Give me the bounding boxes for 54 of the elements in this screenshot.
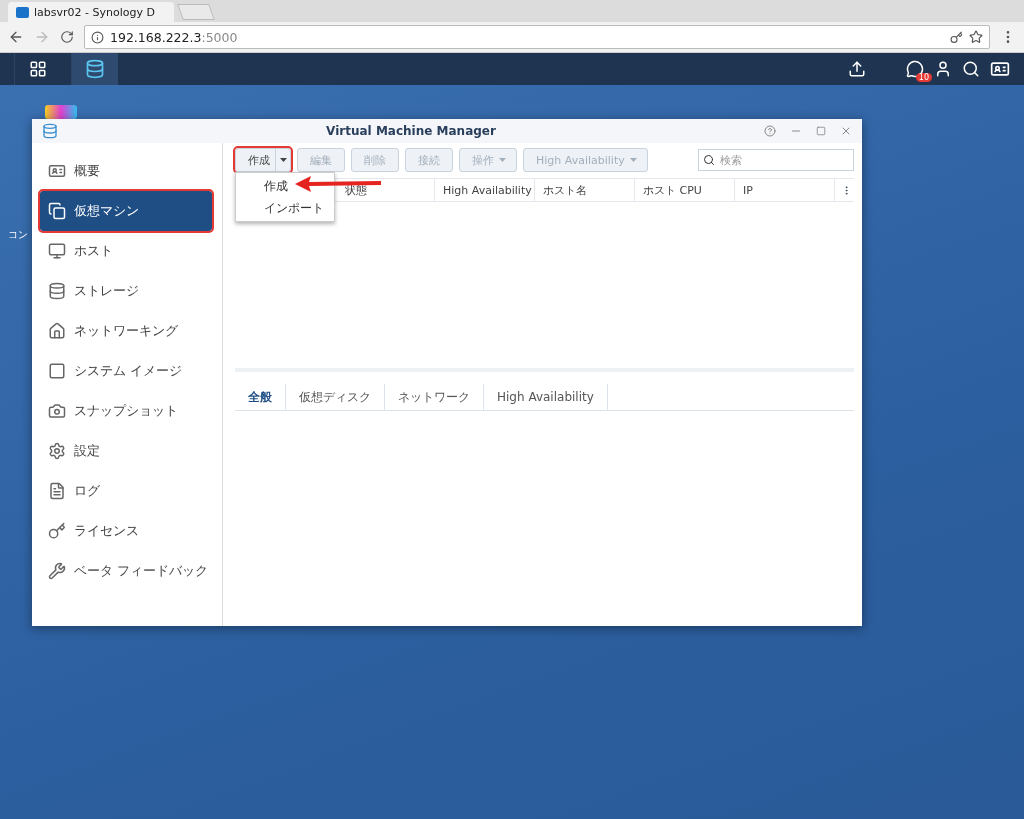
column-header[interactable]: IP (735, 179, 835, 201)
desktop-icon-label: コン (8, 228, 28, 242)
sidebar-icon (48, 442, 66, 460)
sidebar-icon (48, 562, 66, 580)
server-icon[interactable] (85, 59, 105, 79)
sidebar-item[interactable]: ストレージ (40, 271, 212, 311)
sidebar-item[interactable]: ホスト (40, 231, 212, 271)
upload-icon[interactable] (848, 60, 866, 78)
sidebar-icon (48, 522, 66, 540)
sidebar-icon (48, 362, 66, 380)
sidebar-item[interactable]: 設定 (40, 431, 212, 471)
sidebar-icon (48, 162, 66, 180)
sidebar-item[interactable]: システム イメージ (40, 351, 212, 391)
desktop-app-icon[interactable] (45, 105, 77, 119)
sidebar-icon (48, 242, 66, 260)
sidebar-icon (48, 402, 66, 420)
notification-count: 10 (915, 73, 932, 82)
sidebar-icon (48, 322, 66, 340)
caret-icon (279, 158, 287, 162)
create-split-button[interactable]: 作成 (235, 148, 291, 172)
detail-tab[interactable]: High Availability (484, 384, 608, 410)
caret-icon (629, 158, 637, 162)
favicon-icon (16, 6, 29, 18)
sidebar-item[interactable]: ログ (40, 471, 212, 511)
sidebar-icon (48, 282, 66, 300)
info-icon (91, 30, 104, 44)
caret-icon (499, 158, 506, 162)
sidebar-item[interactable]: スナップショット (40, 391, 212, 431)
grid-icon[interactable] (29, 60, 47, 78)
detail-tab[interactable]: 仮想ディスク (286, 384, 385, 410)
browser-tab[interactable]: labsvr02 - Synology D (8, 2, 174, 22)
sidebar-item[interactable]: 概要 (40, 151, 212, 191)
sidebar-icon (48, 202, 66, 220)
search-icon[interactable] (962, 60, 980, 78)
address-field[interactable]: 192.168.222.3:5000 (84, 25, 990, 49)
column-header[interactable]: ホスト名 (535, 179, 635, 201)
sidebar-item[interactable]: 仮想マシン (40, 191, 212, 231)
bookmark-star-icon[interactable] (969, 30, 983, 44)
back-icon[interactable] (8, 29, 24, 45)
detail-tab[interactable]: ネットワーク (385, 384, 484, 410)
column-header[interactable]: High Availability (435, 179, 535, 201)
reload-icon[interactable] (60, 30, 74, 44)
sidebar-item[interactable]: ネットワーキング (40, 311, 212, 351)
column-header[interactable]: ホスト CPU (635, 179, 735, 201)
sidebar-icon (48, 482, 66, 500)
sidebar-item[interactable]: ライセンス (40, 511, 212, 551)
close-icon[interactable] (840, 125, 852, 137)
key-icon[interactable] (950, 30, 963, 44)
detail-tab[interactable]: 全般 (235, 384, 286, 410)
user-icon[interactable] (934, 60, 952, 78)
window-title: Virtual Machine Manager (325, 124, 497, 138)
sidebar-item[interactable]: ベータ フィードバック (40, 551, 212, 591)
app-icon (42, 123, 58, 139)
search-icon (703, 154, 715, 166)
